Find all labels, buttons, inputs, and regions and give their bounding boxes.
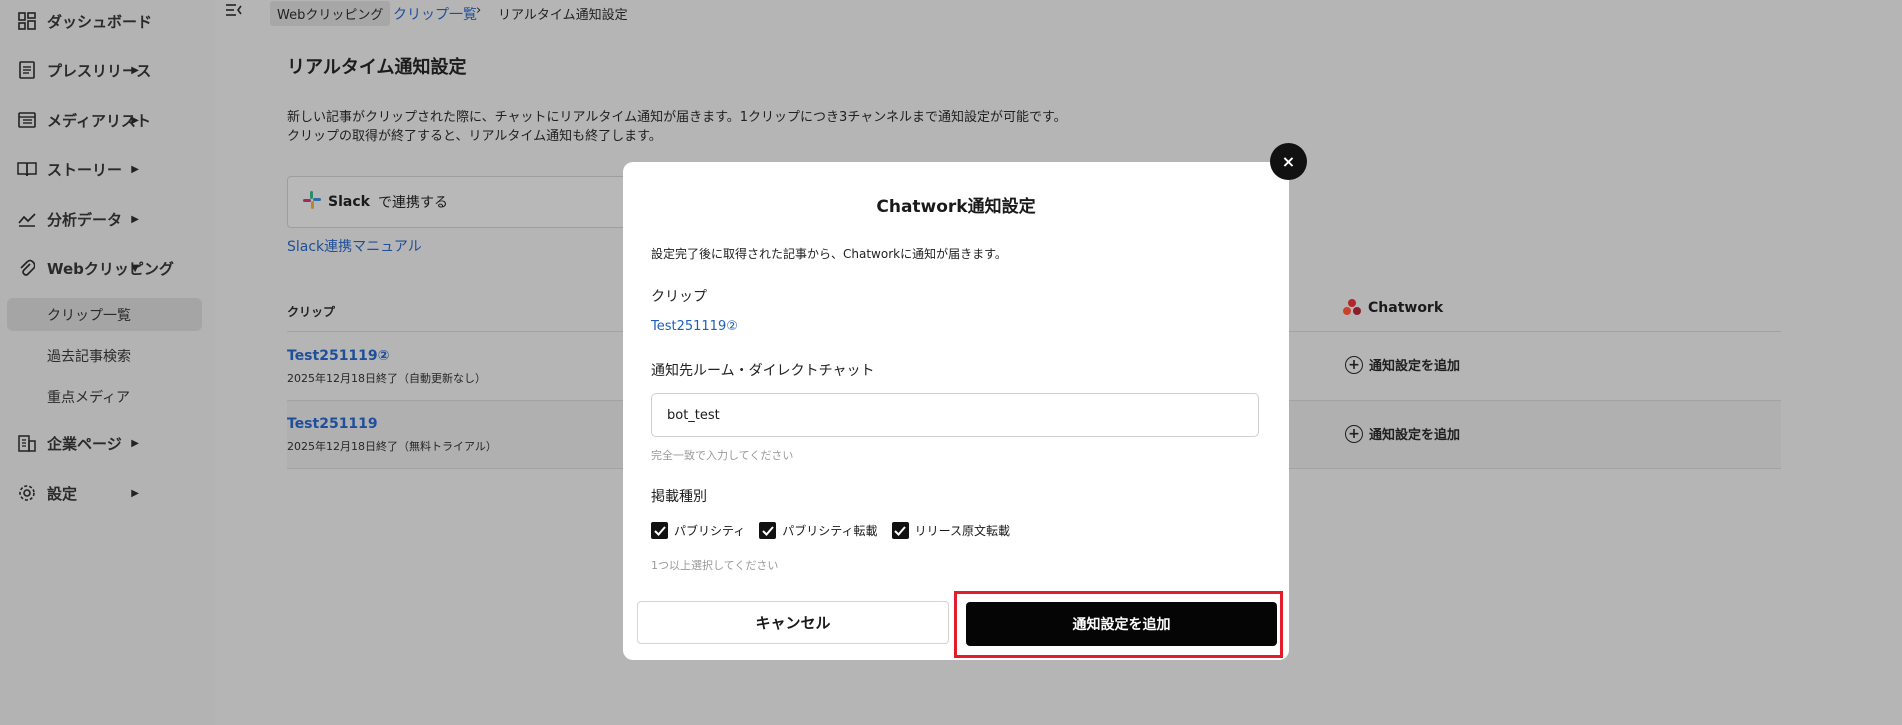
- slack-logo-icon: [302, 190, 322, 214]
- sidebar-item-analytics[interactable]: 分析データ ▶: [0, 201, 215, 237]
- sidebar: ダッシュボード プレスリリース ▶ メディアリスト ▶ ストーリー ▶ 分析デー…: [0, 0, 215, 725]
- sidebar-item-company-page[interactable]: 企業ページ ▶: [0, 425, 215, 461]
- checkbox-publicity-repost[interactable]: パブリシティ転載: [759, 522, 878, 539]
- chevron-right-icon: ▶: [131, 163, 139, 175]
- description-line: 新しい記事がクリップされた際に、チャットにリアルタイム通知が届きます。1クリップ…: [287, 110, 1067, 125]
- checkbox-release-original-repost[interactable]: リリース原文転載: [891, 522, 1010, 539]
- add-notification-button[interactable]: + 通知設定を追加: [1345, 355, 1460, 374]
- breadcrumb-current: リアルタイム通知設定: [498, 8, 628, 23]
- page-title: リアルタイム通知設定: [287, 57, 467, 78]
- sidebar-item-label: 過去記事検索: [47, 349, 131, 365]
- breadcrumb-link[interactable]: クリップ一覧: [393, 4, 477, 24]
- type-hint: 1つ以上選択してください: [651, 559, 779, 572]
- list-icon: [17, 110, 37, 130]
- room-input-value: bot_test: [667, 407, 720, 423]
- chevron-right-icon: ▶: [131, 114, 139, 126]
- column-header-chatwork: Chatwork: [1342, 298, 1443, 318]
- highlight-frame: 通知設定を追加: [954, 591, 1283, 658]
- sidebar-subitem-past-article-search[interactable]: 過去記事検索: [0, 338, 215, 374]
- sidebar-item-label: 分析データ: [47, 210, 123, 229]
- checkbox-label: リリース原文転載: [914, 524, 1010, 538]
- sidebar-item-story[interactable]: ストーリー ▶: [0, 151, 215, 187]
- clip-period: 2025年12月18日終了（無料トライアル）: [287, 440, 497, 453]
- slack-label: Slack: [328, 194, 370, 210]
- checkmark-icon[interactable]: [891, 522, 909, 539]
- slack-connect-button[interactable]: Slack で連携する: [287, 176, 667, 228]
- sidebar-item-label: ストーリー: [47, 160, 123, 179]
- room-input[interactable]: bot_test: [651, 393, 1259, 437]
- add-notification-button[interactable]: + 通知設定を追加: [1345, 424, 1460, 443]
- type-label: 掲載種別: [651, 489, 707, 505]
- sidebar-item-settings[interactable]: 設定 ▶: [0, 475, 215, 511]
- page-description: 新しい記事がクリップされた際に、チャットにリアルタイム通知が届きます。1クリップ…: [287, 108, 1067, 146]
- menu-collapse-icon[interactable]: [225, 2, 245, 20]
- sidebar-item-label: Webクリッピング: [47, 259, 174, 278]
- chevron-right-icon: ▶: [131, 437, 139, 449]
- connect-label: で連携する: [377, 195, 448, 211]
- sidebar-item-label: 設定: [47, 484, 78, 503]
- slack-manual-link[interactable]: Slack連携マニュアル: [287, 236, 422, 256]
- plus-circle-icon: +: [1345, 355, 1363, 374]
- chevron-right-icon: ›: [476, 3, 482, 18]
- sidebar-item-label: ダッシュボード: [47, 12, 153, 31]
- clip-link[interactable]: Test251119: [287, 416, 378, 432]
- plus-circle-icon: +: [1345, 424, 1363, 443]
- add-notification-label: 通知設定を追加: [1369, 428, 1461, 443]
- column-header-label: Chatwork: [1368, 300, 1444, 316]
- cancel-button[interactable]: キャンセル: [637, 601, 949, 644]
- chevron-right-icon: ▶: [131, 213, 139, 225]
- clip-label: クリップ: [651, 289, 707, 305]
- sidebar-item-dashboard[interactable]: ダッシュボード: [0, 3, 215, 39]
- chevron-down-icon: ▼: [131, 262, 139, 274]
- dashboard-icon: [17, 11, 37, 31]
- clip-period: 2025年12月18日終了（自動更新なし）: [287, 372, 486, 385]
- sidebar-item-media-list[interactable]: メディアリスト ▶: [0, 102, 215, 138]
- column-header-clip: クリップ: [287, 305, 336, 319]
- add-notification-label: 通知設定を追加: [1369, 359, 1461, 374]
- chatwork-logo-icon: [1342, 298, 1362, 318]
- chart-icon: [17, 209, 37, 229]
- modal-title: Chatwork通知設定: [876, 197, 1036, 217]
- room-hint: 完全一致で入力してください: [651, 449, 794, 462]
- document-icon: [17, 60, 37, 80]
- add-notification-submit-button[interactable]: 通知設定を追加: [966, 602, 1277, 646]
- checkbox-label: パブリシティ転載: [782, 524, 878, 538]
- paperclip-icon: [17, 258, 37, 278]
- close-icon[interactable]: ×: [1270, 143, 1307, 180]
- checkbox-label: パブリシティ: [674, 524, 746, 538]
- clip-link[interactable]: Test251119②: [287, 348, 390, 364]
- description-line: クリップの取得が終了すると、リアルタイム通知も終了します。: [287, 129, 662, 144]
- chevron-right-icon: ▶: [131, 64, 139, 76]
- breadcrumb-section[interactable]: Webクリッピング: [270, 1, 391, 26]
- sidebar-subitem-clip-list[interactable]: クリップ一覧: [7, 298, 202, 331]
- checkmark-icon[interactable]: [759, 522, 777, 539]
- modal-note: 設定完了後に取得された記事から、Chatworkに通知が届きます。: [651, 247, 1007, 261]
- sidebar-item-label: クリップ一覧: [47, 307, 131, 324]
- chatwork-settings-modal: Chatwork通知設定 設定完了後に取得された記事から、Chatworkに通知…: [623, 162, 1289, 660]
- sidebar-item-label: 重点メディア: [47, 390, 131, 406]
- sidebar-item-web-clipping[interactable]: Webクリッピング ▼: [0, 250, 215, 286]
- type-checkbox-group: パブリシティ パブリシティ転載 リリース原文転載: [651, 522, 1024, 539]
- chevron-right-icon: ▶: [131, 487, 139, 499]
- checkmark-icon[interactable]: [651, 522, 668, 539]
- book-icon: [17, 159, 37, 179]
- room-label: 通知先ルーム・ダイレクトチャット: [651, 363, 875, 379]
- sidebar-item-press-release[interactable]: プレスリリース ▶: [0, 52, 215, 88]
- clip-value-link[interactable]: Test251119②: [651, 319, 738, 334]
- building-icon: [17, 433, 37, 453]
- gear-icon: [17, 483, 37, 503]
- checkbox-publicity[interactable]: パブリシティ: [651, 522, 745, 539]
- sidebar-subitem-priority-media[interactable]: 重点メディア: [0, 379, 215, 415]
- sidebar-item-label: 企業ページ: [47, 434, 122, 453]
